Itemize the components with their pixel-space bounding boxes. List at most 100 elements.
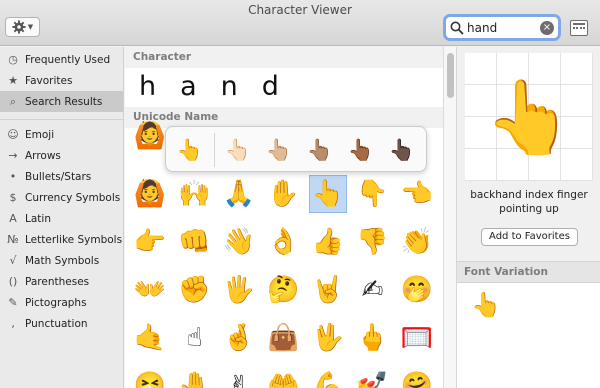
emoji-cell[interactable]: 👊 [176,223,214,261]
sidebar-item-parentheses[interactable]: () Parentheses [0,271,123,292]
emoji-cell[interactable]: ✋ [265,175,303,213]
emoji-cell[interactable]: 🖖 [309,319,347,357]
emoji-cell[interactable]: ✍ [354,271,392,309]
emoji-cell[interactable]: 👉 [131,223,169,261]
font-variation-list: 👆 [457,283,600,388]
arrow-icon: → [8,149,18,162]
emoji-cell[interactable]: 🤘 [309,271,347,309]
sidebar-item-latin[interactable]: A Latin [0,208,123,229]
skin-tone-option[interactable]: 👆🏻 [222,133,254,167]
category-sidebar: ◷ Frequently Used ★ Favorites ⌕ Search R… [0,47,124,388]
sidebar-item-frequently-used[interactable]: ◷ Frequently Used [0,49,123,70]
sidebar-item-label: Parentheses [25,275,90,288]
search-field[interactable]: × [443,14,561,41]
emoji-cell[interactable]: 🙌 [176,175,214,213]
sidebar-item-label: Bullets/Stars [25,170,92,183]
search-input[interactable] [467,19,541,36]
sidebar-item-punctuation[interactable]: ‚ Punctuation [0,313,123,334]
character-glyph[interactable]: a [180,71,197,102]
sidebar-item-label: Pictographs [25,296,87,309]
skin-tone-option[interactable]: 👆🏽 [304,133,336,167]
clear-search-icon[interactable]: × [540,21,554,35]
action-menu-button[interactable]: ▼ [5,17,40,37]
emoji-cell[interactable]: 🙏 [220,175,258,213]
sidebar-item-bullets-stars[interactable]: • Bullets/Stars [0,166,123,187]
emoji-cell[interactable]: 🙆 [131,175,169,213]
skin-tone-option[interactable]: 👆🏾 [345,133,377,167]
emoji-cell[interactable]: ✊ [176,271,214,309]
sidebar-item-pictographs[interactable]: ✎ Pictographs [0,292,123,313]
emoji-cell[interactable]: 🖐 [220,271,258,309]
character-glyph[interactable]: n [221,71,238,102]
emoji-cell[interactable]: 🤚 [176,367,214,388]
skin-tone-option[interactable]: 👆 [174,133,206,167]
title-bar: Character Viewer ▼ × [0,0,600,46]
emoji-cell[interactable]: 🖕 [354,319,392,357]
sidebar-item-label: Currency Symbols [25,191,121,204]
emoji-cell[interactable]: ✌ [220,367,258,388]
emoji-cell[interactable]: 👍 [309,223,347,261]
emoji-cell[interactable]: 👌 [265,223,303,261]
character-preview: 👆 [465,53,593,181]
emoji-cell[interactable]: 🤧 [131,367,169,388]
keyboard-viewer-icon[interactable] [570,20,588,36]
emoji-cell[interactable]: 👏 [398,223,436,261]
emoji-cell[interactable]: 💅 [354,367,392,388]
character-list: Character h a n d Unicode Name 🙆 🙆 🙌 🙏 ✋ 👆 👇 👈 👉… [125,47,443,388]
sidebar-divider [0,112,123,120]
font-variation-glyph[interactable]: 👆 [471,291,501,319]
search-icon: ⌕ [9,94,17,108]
emoji-cell[interactable]: 🤗 [398,367,436,388]
emoji-cell[interactable]: 🤔 [265,271,303,309]
character-name: backhand index finger pointing up [470,189,588,215]
clock-icon: ◷ [8,53,18,66]
sidebar-item-label: Math Symbols [25,254,100,267]
emoji-cell[interactable]: 🙆 [131,117,169,155]
emoji-cell[interactable]: 👇 [354,175,392,213]
emoji-cell[interactable]: 👈 [398,175,436,213]
emoji-cell[interactable]: 💪 [309,367,347,388]
scrollbar-thumb[interactable] [447,53,454,98]
emoji-cell[interactable]: 🤲 [265,367,303,388]
latin-letter-icon: A [9,212,17,225]
preview-glyph: 👆 [484,74,574,159]
sidebar-item-currency-symbols[interactable]: $ Currency Symbols [0,187,123,208]
emoji-cell[interactable]: 🤭 [398,271,436,309]
chevron-down-icon: ▼ [27,23,34,31]
vertical-scrollbar[interactable] [443,47,456,388]
gear-icon [12,20,26,34]
sidebar-item-emoji[interactable]: ☺ Emoji [0,124,123,145]
emoji-cell[interactable]: 👆 [309,175,347,213]
sidebar-item-arrows[interactable]: → Arrows [0,145,123,166]
emoji-cell[interactable]: 🤞 [220,319,258,357]
character-glyph[interactable]: d [262,71,279,102]
sidebar-item-letterlike-symbols[interactable]: № Letterlike Symbols [0,229,123,250]
emoji-cell[interactable]: 👋 [220,223,258,261]
sidebar-item-label: Emoji [25,128,55,141]
sidebar-item-favorites[interactable]: ★ Favorites [0,70,123,91]
sidebar-item-label: Frequently Used [25,53,111,66]
pencil-icon: ✎ [8,296,18,309]
sidebar-item-search-results[interactable]: ⌕ Search Results [0,91,123,112]
emoji-cell[interactable]: ☝ [176,319,214,357]
search-icon [450,21,464,35]
star-icon: ★ [8,74,18,87]
emoji-cell[interactable]: 🥅 [398,319,436,357]
square-root-icon: √ [9,254,17,267]
character-viewer-window: Character Viewer ▼ × [0,0,600,388]
sidebar-item-math-symbols[interactable]: √ Math Symbols [0,250,123,271]
skin-tone-option[interactable]: 👆🏿 [386,133,418,167]
add-to-favorites-button[interactable]: Add to Favorites [481,228,578,246]
emoji-cell[interactable]: 👐 [131,271,169,309]
skin-tone-picker: 👆 👆🏻 👆🏼 👆🏽 👆🏾 👆🏿 [165,126,427,172]
font-variation-header: Font Variation [457,261,600,283]
sidebar-item-label: Favorites [25,74,73,87]
sidebar-item-label: Arrows [25,149,61,162]
emoji-cell[interactable]: 👜 [265,319,303,357]
sidebar-item-label: Punctuation [25,317,88,330]
parentheses-icon: () [8,275,18,288]
emoji-cell[interactable]: 👎 [354,223,392,261]
emoji-cell[interactable]: 🤙 [131,319,169,357]
character-glyph[interactable]: h [139,71,156,102]
skin-tone-option[interactable]: 👆🏼 [263,133,295,167]
